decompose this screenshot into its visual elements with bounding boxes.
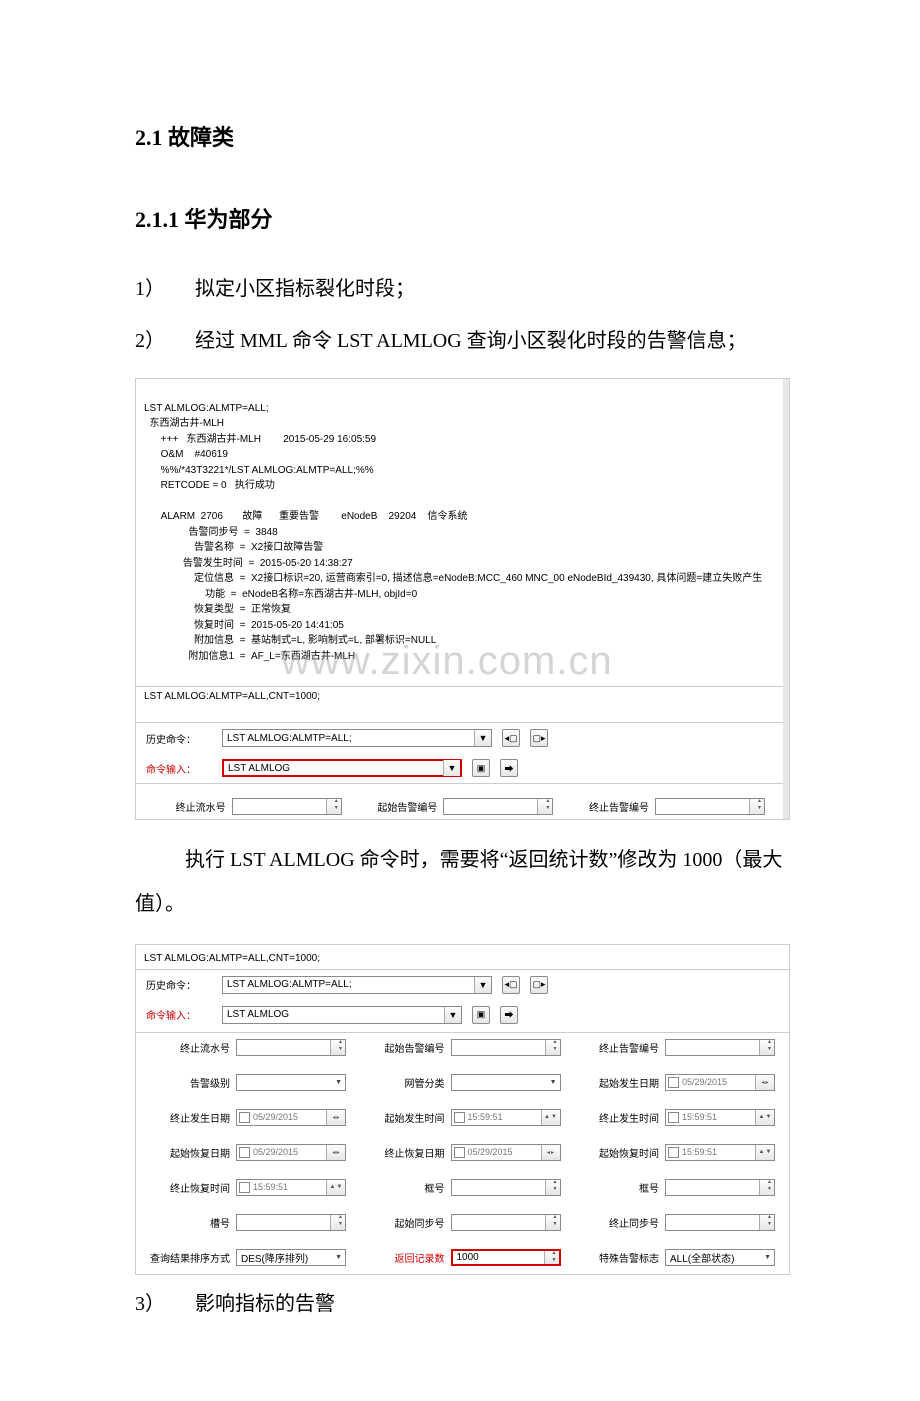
alarm-level-field[interactable]: 告警级别 xyxy=(150,1074,346,1091)
special-field[interactable]: 特殊告警标志 ALL(全部状态) xyxy=(591,1249,776,1266)
history-combo[interactable]: LST ALMLOG:ALMTP=ALL; ▼ xyxy=(222,976,492,994)
help-button[interactable]: ⮕ xyxy=(500,1006,518,1024)
start-recover-date-field[interactable]: 起始恢复日期 05/29/2015◂▸ xyxy=(150,1144,346,1161)
next-cmd-button[interactable]: ▢▸ xyxy=(530,729,548,747)
cmd-input[interactable]: LST ALMLOG ▼ xyxy=(222,1006,462,1024)
screenshot-2: LST ALMLOG:ALMTP=ALL,CNT=1000; 历史命令： LST… xyxy=(135,944,790,1275)
console-output-2: LST ALMLOG:ALMTP=ALL,CNT=1000; xyxy=(136,687,789,723)
step-1-num: 1） xyxy=(135,274,195,304)
console-line: LST ALMLOG:ALMTP=ALL,CNT=1000; xyxy=(136,945,789,969)
prev-cmd-button[interactable]: ◂▢ xyxy=(502,976,520,994)
end-alarm-field[interactable]: 终止告警编号 xyxy=(591,1039,776,1056)
history-label: 历史命令： xyxy=(146,731,216,746)
sort-field[interactable]: 查询结果排序方式 DES(降序排列) xyxy=(150,1249,346,1266)
frame2-field[interactable]: 框号 xyxy=(591,1179,776,1196)
execute-button[interactable]: ▣ xyxy=(472,1006,490,1024)
next-cmd-button[interactable]: ▢▸ xyxy=(530,976,548,994)
step-3-num: 3） xyxy=(135,1289,195,1319)
start-alarm-field[interactable]: 起始告警编号 xyxy=(376,1039,561,1056)
screenshot-1: LST ALMLOG:ALMTP=ALL; 东西湖古井-MLH +++ 东西湖古… xyxy=(135,378,790,820)
checkbox-icon[interactable] xyxy=(454,1147,465,1158)
checkbox-icon[interactable] xyxy=(239,1147,250,1158)
step-3: 3）影响指标的告警 xyxy=(135,1289,790,1319)
step-2-num: 2） xyxy=(135,326,195,356)
end-seq-field[interactable]: 终止流水号 xyxy=(160,798,342,815)
chevron-down-icon[interactable]: ▼ xyxy=(474,977,491,993)
checkbox-icon[interactable] xyxy=(668,1077,679,1088)
cmd-input[interactable]: LST ALMLOG ▼ xyxy=(222,759,462,777)
chevron-down-icon[interactable]: ▼ xyxy=(474,730,491,746)
step-1-text: 拟定小区指标裂化时段； xyxy=(195,278,415,300)
scrollbar[interactable] xyxy=(783,379,789,819)
step-3-text: 影响指标的告警 xyxy=(195,1293,335,1315)
cmd-input-label: 命令输入： xyxy=(146,1007,216,1022)
body-paragraph-1: 执行 LST ALMLOG 命令时，需要将“返回统计数”修改为 1000（最大值… xyxy=(135,838,790,926)
end-time-field[interactable]: 终止发生时间 15:59:51▲▼ xyxy=(591,1109,776,1126)
history-label: 历史命令： xyxy=(146,977,216,992)
chevron-down-icon[interactable]: ▼ xyxy=(444,1007,461,1023)
start-sync-field[interactable]: 起始同步号 xyxy=(376,1214,561,1231)
end-alarm-field[interactable]: 终止告警编号 xyxy=(583,798,765,815)
start-time-field[interactable]: 起始发生时间 15:59:51▲▼ xyxy=(376,1109,561,1126)
end-sync-field[interactable]: 终止同步号 xyxy=(591,1214,776,1231)
return-count-field[interactable]: 返回记录数 1000 xyxy=(376,1249,561,1266)
checkbox-icon[interactable] xyxy=(239,1182,250,1193)
start-alarm-field[interactable]: 起始告警编号 xyxy=(372,798,554,815)
start-date-field[interactable]: 起始发生日期 05/29/2015◂▸ xyxy=(591,1074,776,1091)
end-recover-time-field[interactable]: 终止恢复时间 15:59:51▲▼ xyxy=(150,1179,346,1196)
checkbox-icon[interactable] xyxy=(668,1147,679,1158)
step-2-text: 经过 MML 命令 LST ALMLOG 查询小区裂化时段的告警信息； xyxy=(195,330,747,352)
slot-field[interactable]: 槽号 xyxy=(150,1214,346,1231)
end-date-field[interactable]: 终止发生日期 05/29/2015◂▸ xyxy=(150,1109,346,1126)
help-button[interactable]: ⮕ xyxy=(500,759,518,777)
step-2: 2）经过 MML 命令 LST ALMLOG 查询小区裂化时段的告警信息； xyxy=(135,326,790,356)
checkbox-icon[interactable] xyxy=(239,1112,250,1123)
heading-2-1: 2.1 故障类 xyxy=(135,120,790,152)
checkbox-icon[interactable] xyxy=(668,1112,679,1123)
command-area: 历史命令： LST ALMLOG:ALMTP=ALL; ▼ ◂▢ ▢▸ 命令输入… xyxy=(136,722,789,819)
param-grid: 终止流水号 起始告警编号 终止告警编号 告警级别 网管分类 起始发生日期 05/… xyxy=(136,1033,789,1274)
chevron-down-icon[interactable]: ▼ xyxy=(443,760,460,776)
end-seq-field[interactable]: 终止流水号 xyxy=(150,1039,346,1056)
console-output: LST ALMLOG:ALMTP=ALL; 东西湖古井-MLH +++ 东西湖古… xyxy=(136,379,789,684)
start-recover-time-field[interactable]: 起始恢复时间 15:59:51▲▼ xyxy=(591,1144,776,1161)
step-1: 1）拟定小区指标裂化时段； xyxy=(135,274,790,304)
end-recover-date-field[interactable]: 终止恢复日期 05/29/2015◂▸ xyxy=(376,1144,561,1161)
prev-cmd-button[interactable]: ◂▢ xyxy=(502,729,520,747)
checkbox-icon[interactable] xyxy=(454,1112,465,1123)
execute-button[interactable]: ▣ xyxy=(472,759,490,777)
heading-2-1-1: 2.1.1 华为部分 xyxy=(135,202,790,234)
cmd-input-label: 命令输入： xyxy=(146,761,216,776)
frame-field[interactable]: 框号 xyxy=(376,1179,561,1196)
history-combo[interactable]: LST ALMLOG:ALMTP=ALL; ▼ xyxy=(222,729,492,747)
nm-class-field[interactable]: 网管分类 xyxy=(376,1074,561,1091)
